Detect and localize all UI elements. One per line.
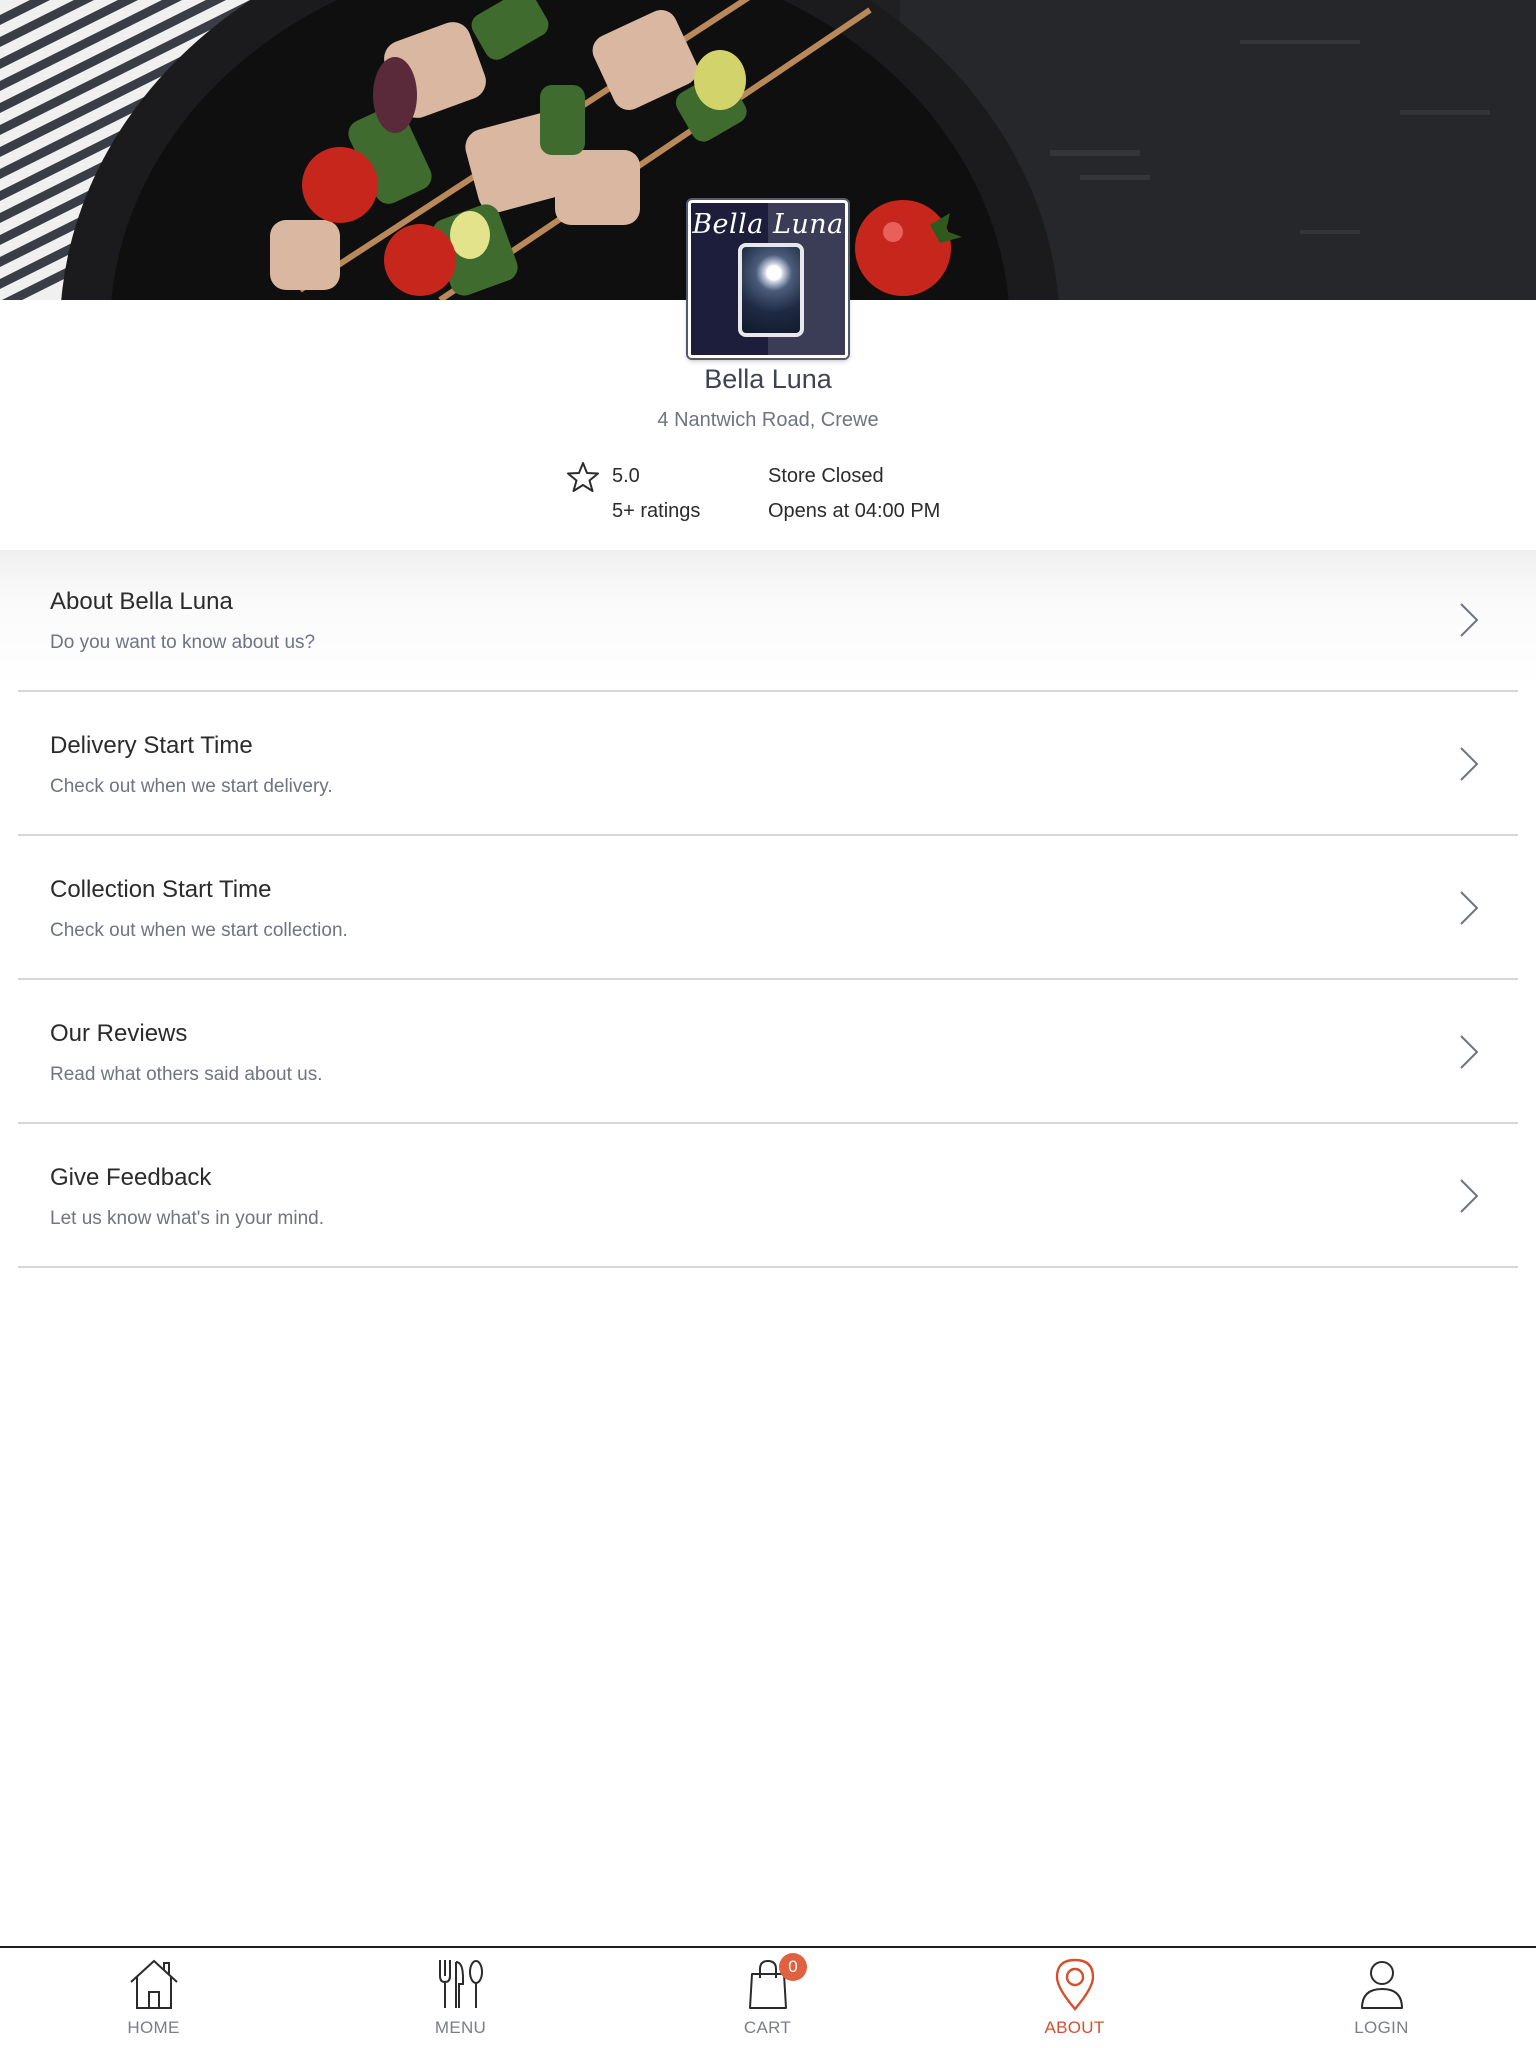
nav-login-label: LOGIN <box>1354 2018 1409 2037</box>
about-menu-list: About Bella Luna Do you want to know abo… <box>18 548 1518 1268</box>
list-item-title: Delivery Start Time <box>50 732 253 759</box>
rating-count: 5+ ratings <box>612 500 701 522</box>
list-item-subtitle: Check out when we start collection. <box>50 920 348 941</box>
nav-cart[interactable]: CART <box>614 1948 921 2048</box>
list-item-delivery-start-time[interactable]: Delivery Start Time Check out when we st… <box>18 692 1518 836</box>
chevron-right-icon <box>1460 1179 1479 1213</box>
nav-menu[interactable]: MENU <box>307 1948 614 2048</box>
list-item-subtitle: Check out when we start delivery. <box>50 776 333 797</box>
list-item-subtitle: Do you want to know about us? <box>50 632 316 653</box>
cutlery-icon <box>438 1960 483 2008</box>
chevron-right-icon <box>1460 1035 1479 1069</box>
nav-menu-label: MENU <box>434 2018 487 2037</box>
cart-count-badge: 0 <box>779 1953 807 1981</box>
chevron-right-icon <box>1460 603 1479 637</box>
rating-block: 5.0 5+ ratings <box>566 460 726 530</box>
store-address: 4 Nantwich Road, Crewe <box>657 409 879 431</box>
list-item-give-feedback[interactable]: Give Feedback Let us know what's in your… <box>18 1124 1518 1268</box>
user-icon <box>1360 1961 1403 2009</box>
home-icon <box>129 1959 178 2009</box>
nav-about[interactable]: ABOUT <box>921 1948 1228 2048</box>
logo-moon-image <box>738 243 804 337</box>
chevron-right-icon <box>1460 747 1479 781</box>
list-item-our-reviews[interactable]: Our Reviews Read what others said about … <box>18 980 1518 1124</box>
store-status: Store Closed <box>768 465 884 487</box>
store-name: Bella Luna <box>704 364 832 394</box>
bottom-navigation: HOME MENU CART ABOUT LOGIN <box>0 1946 1536 2048</box>
logo-wordmark: Bella Luna <box>692 209 844 240</box>
nav-login[interactable]: LOGIN <box>1228 1948 1535 2048</box>
opening-time: Opens at 04:00 PM <box>768 500 941 522</box>
list-item-about[interactable]: About Bella Luna Do you want to know abo… <box>18 548 1518 692</box>
list-item-title: Collection Start Time <box>50 876 272 903</box>
list-item-subtitle: Let us know what's in your mind. <box>50 1208 324 1229</box>
list-item-subtitle: Read what others said about us. <box>50 1064 323 1085</box>
star-icon <box>567 462 599 492</box>
chevron-right-icon <box>1460 891 1479 925</box>
list-item-title: Our Reviews <box>50 1020 188 1047</box>
list-item-collection-start-time[interactable]: Collection Start Time Check out when we … <box>18 836 1518 980</box>
store-logo: Bella Luna <box>688 200 848 358</box>
nav-about-label: ABOUT <box>1044 2018 1105 2037</box>
list-item-title: Give Feedback <box>50 1164 212 1191</box>
nav-cart-label: CART <box>743 2018 792 2037</box>
rating-value: 5.0 <box>612 465 640 487</box>
list-item-title: About Bella Luna <box>50 588 233 615</box>
nav-home[interactable]: HOME <box>0 1948 307 2048</box>
location-pin-icon <box>1055 1958 1094 2011</box>
nav-home-label: HOME <box>127 2018 180 2037</box>
store-status-block: Store Closed Opens at 04:00 PM <box>768 460 1028 530</box>
